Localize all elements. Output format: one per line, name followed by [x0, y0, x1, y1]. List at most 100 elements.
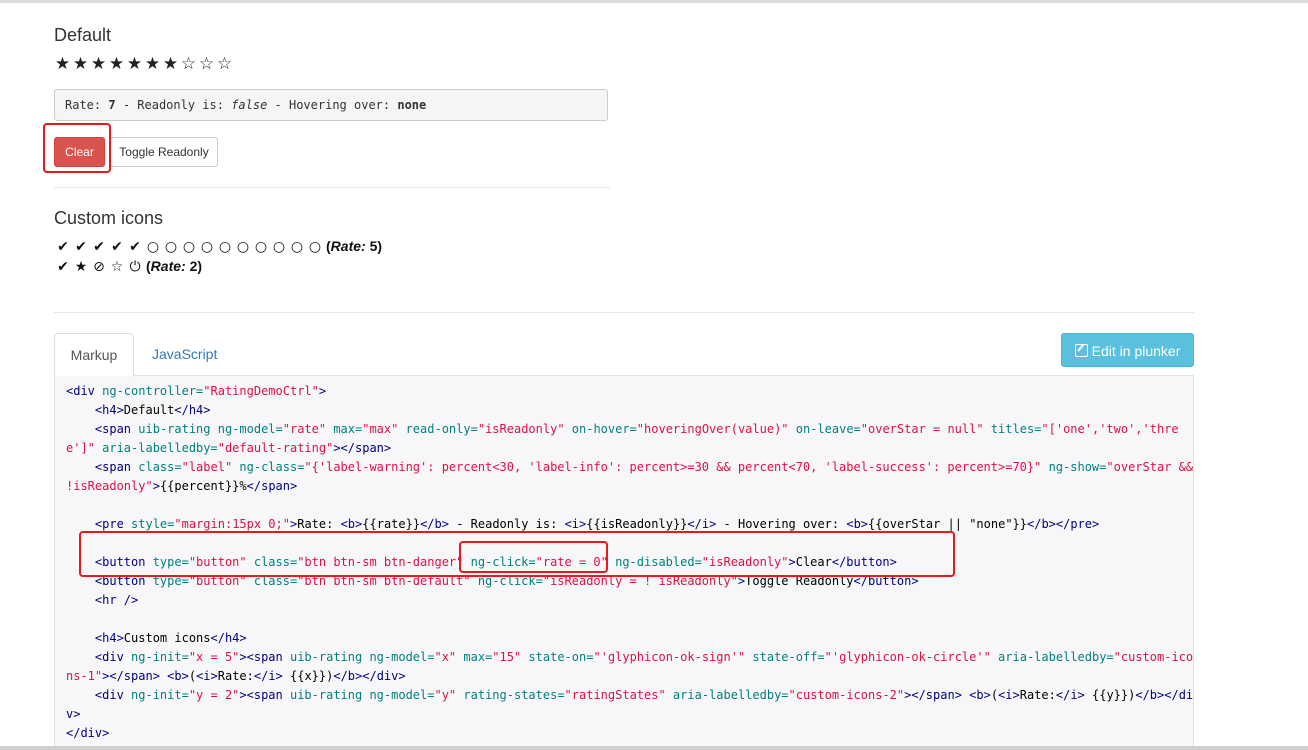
code-token: ng-click=: [463, 555, 536, 569]
code-line: <div ng-init="x = 5"><span uib-rating ng…: [66, 648, 1193, 667]
ok-circle-icon[interactable]: ○: [144, 239, 162, 255]
divider: [54, 312, 1194, 313]
code-token: ng-disabled=: [607, 555, 702, 569]
code-token: Clear: [795, 555, 832, 569]
star-empty-icon[interactable]: ☆: [198, 54, 216, 74]
code-token: "x = 5": [188, 650, 240, 664]
code-token: aria-labelledby=: [94, 441, 218, 455]
code-token: <i>: [998, 688, 1020, 702]
code-token: "RatingDemoCtrl": [203, 384, 319, 398]
custom-rating-1[interactable]: ✔ ✔ ✔ ✔ ✔ ○ ○ ○ ○ ○ ○ ○ ○ ○ ○: [54, 239, 324, 255]
ban-circle-icon[interactable]: ⊘: [90, 259, 108, 275]
code-line: <span uib-rating ng-model="rate" max="ma…: [66, 420, 1193, 439]
code-line: <span class="label" ng-class="{'label-wa…: [66, 458, 1193, 477]
code-token: Rate:: [217, 669, 254, 683]
ok-circle-icon[interactable]: ○: [162, 239, 180, 255]
code-token: rating-states=: [456, 688, 565, 702]
code-token: max=: [456, 650, 493, 664]
ok-circle-icon[interactable]: ○: [234, 239, 252, 255]
star-empty-icon[interactable]: ☆: [180, 54, 198, 74]
code-token: uib-rating ng-model=: [138, 422, 283, 436]
code-panel: <div ng-controller="RatingDemoCtrl"> <h4…: [54, 375, 1194, 750]
ok-circle-icon[interactable]: ○: [198, 239, 216, 255]
code-token: ></span> <b>: [904, 688, 991, 702]
ok-circle-icon[interactable]: ○: [180, 239, 198, 255]
ok-circle-icon[interactable]: ○: [270, 239, 288, 255]
code-token: state-off=: [745, 650, 825, 664]
code-token: <div: [66, 650, 132, 664]
code-token: Rate:: [1019, 688, 1056, 702]
star-filled-icon[interactable]: ★: [144, 54, 162, 74]
ok-circle-icon[interactable]: ○: [252, 239, 270, 255]
code-token: class=: [246, 574, 298, 588]
star-filled-icon[interactable]: ★: [126, 54, 144, 74]
ok-sign-icon[interactable]: ✔: [108, 239, 126, 255]
code-block: <div ng-controller="RatingDemoCtrl"> <h4…: [66, 382, 1193, 743]
star-filled-icon[interactable]: ★: [162, 54, 180, 74]
custom-rate-1: (Rate: 5): [326, 238, 383, 254]
toggle-readonly-button[interactable]: Toggle Readonly: [110, 137, 218, 167]
star-filled-icon[interactable]: ★: [90, 54, 108, 74]
ok-circle-icon[interactable]: ○: [288, 239, 306, 255]
off-icon[interactable]: ⏻: [126, 259, 144, 275]
code-token: </b></pre>: [1027, 517, 1100, 531]
code-token: {{percent}}%: [159, 479, 247, 493]
code-line: </div>: [66, 724, 1193, 743]
code-line: !isReadonly">{{percent}}%</span>: [66, 477, 1193, 496]
ok-sign-icon[interactable]: ✔: [126, 239, 144, 255]
code-token: "btn btn-sm btn-default": [297, 574, 471, 588]
hover-label: - Hovering over:: [267, 98, 398, 112]
code-line: <hr />: [66, 591, 1193, 610]
code-token: {{overStar || "none"}}: [868, 517, 1027, 531]
edit-icon: [1074, 344, 1088, 357]
code-token: - Readonly is:: [448, 517, 565, 531]
code-line: v>: [66, 705, 1193, 724]
star-filled-icon[interactable]: ★: [72, 259, 90, 275]
code-token: Rate:: [297, 517, 341, 531]
ok-sign-icon[interactable]: ✔: [54, 239, 72, 255]
code-line: <div ng-controller="RatingDemoCtrl">: [66, 382, 1193, 401]
readonly-label: - Readonly is:: [115, 98, 232, 112]
code-token: <i>: [196, 669, 218, 683]
clear-button[interactable]: Clear: [54, 137, 105, 167]
code-token: <b>: [340, 517, 363, 531]
code-token: Toggle Readonly: [745, 574, 854, 588]
custom-rating-2[interactable]: ✔ ★ ⊘ ☆ ⏻: [54, 259, 144, 275]
ok-sign-icon[interactable]: ✔: [54, 259, 72, 275]
star-empty-icon[interactable]: ☆: [108, 259, 126, 275]
code-token: "button": [188, 574, 247, 588]
code-token: <div: [66, 384, 103, 398]
ok-sign-icon[interactable]: ✔: [90, 239, 108, 255]
star-filled-icon[interactable]: ★: [54, 54, 72, 74]
tab-markup[interactable]: Markup: [54, 333, 134, 377]
code-token: </i>: [253, 669, 283, 683]
code-token: </div>: [66, 726, 110, 740]
custom-icons-heading: Custom icons: [54, 208, 164, 228]
code-token: ng-controller=: [102, 384, 204, 398]
code-token: "'glyphicon-ok-sign'": [593, 650, 746, 664]
code-token: max=: [326, 422, 363, 436]
edit-in-plunker-button[interactable]: Edit in plunker: [1061, 333, 1194, 367]
code-token: "isReadonly": [701, 555, 789, 569]
ok-sign-icon[interactable]: ✔: [72, 239, 90, 255]
star-filled-icon[interactable]: ★: [108, 54, 126, 74]
star-filled-icon[interactable]: ★: [72, 54, 90, 74]
tab-javascript[interactable]: JavaScript: [140, 333, 229, 375]
code-token: </button>: [831, 555, 897, 569]
code-token: (: [188, 669, 197, 683]
ok-circle-icon[interactable]: ○: [306, 239, 324, 255]
code-token: ng-click=: [470, 574, 543, 588]
code-token: class=: [138, 460, 182, 474]
code-token: ><span: [239, 688, 290, 702]
code-token: - Hovering over:: [716, 517, 847, 531]
code-token: <span: [66, 460, 139, 474]
star-empty-icon[interactable]: ☆: [216, 54, 234, 74]
code-token: type=: [152, 574, 189, 588]
code-token: <button: [66, 555, 153, 569]
star-rating[interactable]: ★ ★ ★ ★ ★ ★ ★ ☆ ☆ ☆: [54, 54, 234, 74]
ok-circle-icon[interactable]: ○: [216, 239, 234, 255]
code-token: <h4>: [66, 631, 124, 645]
code-token: titles=: [983, 422, 1042, 436]
